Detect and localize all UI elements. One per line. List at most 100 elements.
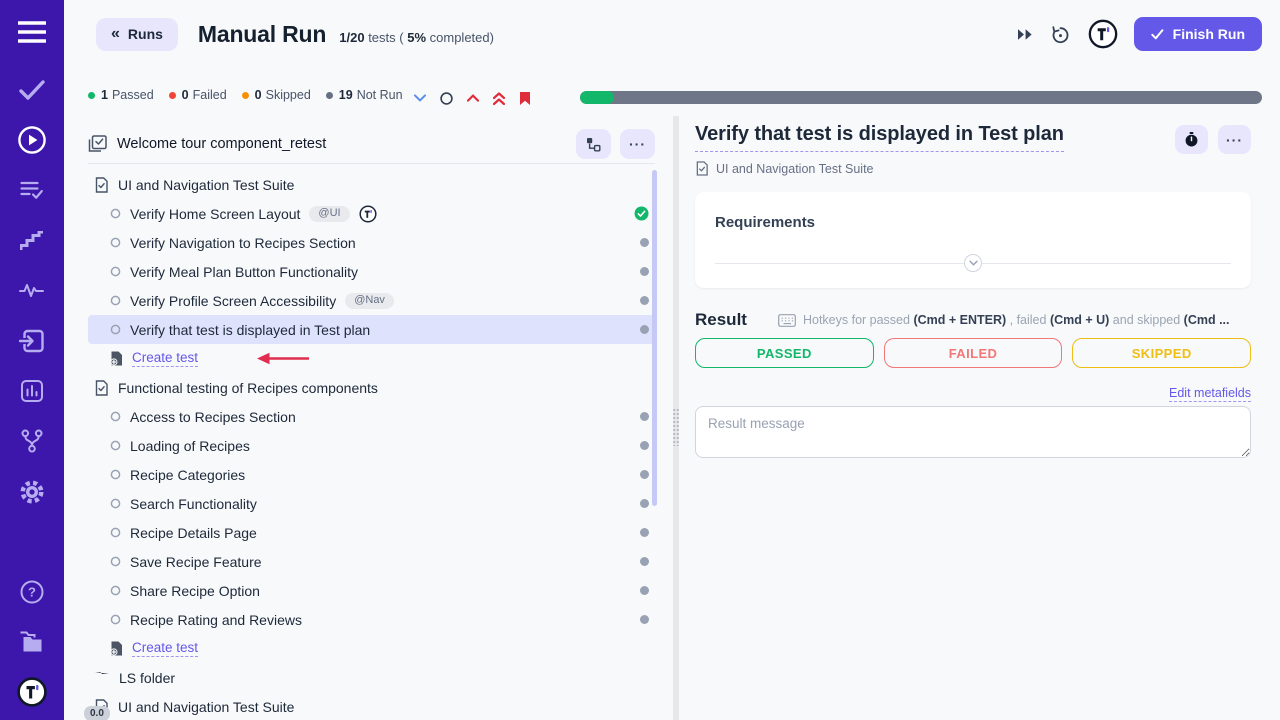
analytics-icon[interactable] bbox=[21, 380, 44, 403]
topbar-actions: Finish Run bbox=[1015, 0, 1262, 68]
testomat-logo[interactable] bbox=[17, 677, 48, 708]
tree-more-button[interactable]: ··· bbox=[620, 129, 655, 159]
page-title: Manual Run bbox=[198, 21, 326, 48]
hotkeys-text: Hotkeys for passed (Cmd + ENTER) , faile… bbox=[803, 313, 1230, 327]
status-dot-icon bbox=[169, 92, 176, 99]
tree-test[interactable]: Verify Profile Screen Accessibility@Nav bbox=[88, 286, 655, 315]
annotation-arrow-icon bbox=[255, 352, 311, 365]
create-test-row: Create test bbox=[88, 344, 655, 373]
tree-test[interactable]: Verify that test is displayed in Test pl… bbox=[88, 315, 655, 344]
suite-doc-icon bbox=[94, 177, 109, 193]
suite-doc-icon bbox=[94, 380, 109, 396]
test-more-button[interactable]: ··· bbox=[1218, 125, 1251, 154]
tree-test[interactable]: Verify Meal Plan Button Functionality bbox=[88, 257, 655, 286]
import-icon[interactable] bbox=[19, 329, 45, 353]
breadcrumb[interactable]: UI and Navigation Test Suite bbox=[695, 161, 1251, 176]
test-circle-icon bbox=[110, 469, 121, 480]
retry-timer-icon[interactable] bbox=[1049, 23, 1072, 46]
tree-view-button[interactable] bbox=[576, 129, 611, 159]
verdict-buttons: PASSED FAILED SKIPPED bbox=[695, 338, 1251, 368]
create-test-icon bbox=[110, 641, 123, 656]
tree-test[interactable]: Loading of Recipes bbox=[88, 431, 655, 460]
tree-test[interactable]: Recipe Details Page bbox=[88, 518, 655, 547]
tree-folder[interactable]: LS folder bbox=[88, 663, 655, 692]
test-timer-button[interactable] bbox=[1175, 125, 1208, 154]
requirements-collapse-toggle[interactable] bbox=[964, 254, 982, 272]
suite-doc-icon bbox=[695, 161, 709, 176]
test-circle-icon bbox=[110, 411, 121, 422]
fast-forward-icon[interactable] bbox=[1015, 26, 1035, 43]
milestones-icon[interactable] bbox=[20, 231, 44, 251]
not-run-status-icon bbox=[640, 296, 649, 305]
filter-chevrons-up-icon[interactable] bbox=[491, 90, 507, 107]
result-message-input[interactable] bbox=[695, 406, 1251, 458]
branches-icon[interactable] bbox=[21, 429, 44, 454]
test-circle-icon bbox=[110, 237, 121, 248]
back-to-runs-button[interactable]: « Runs bbox=[96, 18, 178, 51]
hotkeys-hint: Hotkeys for passed (Cmd + ENTER) , faile… bbox=[778, 313, 1251, 327]
tree-suite[interactable]: 0.0UI and Navigation Test Suite bbox=[88, 692, 655, 720]
check-icon bbox=[1151, 29, 1164, 40]
tests-icon[interactable] bbox=[19, 80, 45, 100]
sidebar: ? bbox=[0, 0, 64, 720]
projects-icon[interactable] bbox=[19, 632, 46, 653]
suite-badge: 0.0 bbox=[84, 706, 110, 720]
filter-bookmark-icon[interactable] bbox=[517, 89, 533, 108]
test-tag-badge: @Nav bbox=[345, 293, 394, 309]
tree-suite[interactable]: Functional testing of Recipes components bbox=[88, 373, 655, 402]
tree-test[interactable]: Recipe Rating and Reviews bbox=[88, 605, 655, 634]
test-plans-icon[interactable] bbox=[20, 180, 45, 200]
create-test-link[interactable]: Create test bbox=[132, 640, 198, 657]
finish-run-button[interactable]: Finish Run bbox=[1134, 17, 1262, 51]
tree-suite[interactable]: UI and Navigation Test Suite bbox=[88, 170, 655, 199]
tree-test[interactable]: Search Functionality bbox=[88, 489, 655, 518]
menu-icon[interactable] bbox=[18, 21, 46, 43]
verdict-passed-button[interactable]: PASSED bbox=[695, 338, 874, 368]
tests-count: 1/20 bbox=[339, 30, 364, 45]
not-run-status-icon bbox=[640, 267, 649, 276]
pulse-icon[interactable] bbox=[19, 282, 45, 298]
help-icon[interactable]: ? bbox=[20, 580, 45, 605]
run-progress-bar bbox=[580, 91, 1262, 104]
percent-completed: 5% bbox=[407, 30, 426, 45]
tree-scrollbar[interactable] bbox=[652, 170, 657, 506]
test-circle-icon bbox=[110, 266, 121, 277]
annotation-arrow bbox=[255, 352, 311, 365]
not-run-status-icon bbox=[640, 325, 649, 334]
completed-word: completed) bbox=[430, 30, 494, 45]
edit-metafields-link[interactable]: Edit metafields bbox=[1169, 386, 1251, 402]
tree-test[interactable]: Save Recipe Feature bbox=[88, 547, 655, 576]
test-circle-icon bbox=[110, 585, 121, 596]
status-count-passed: 1Passed bbox=[88, 88, 154, 102]
filter-chevron-down-icon[interactable] bbox=[412, 92, 428, 104]
requirements-card: Requirements bbox=[695, 192, 1251, 288]
folder-icon bbox=[94, 671, 110, 684]
runs-icon[interactable] bbox=[17, 125, 47, 155]
tree-panel-header: Welcome tour component_retest ··· bbox=[88, 128, 655, 160]
not-run-status-icon bbox=[640, 557, 649, 566]
project-title: Welcome tour component_retest bbox=[117, 136, 326, 152]
run-progress-text: 1/20 tests ( 5% completed) bbox=[339, 24, 494, 45]
not-run-status-icon bbox=[640, 586, 649, 595]
tree-test[interactable]: Share Recipe Option bbox=[88, 576, 655, 605]
test-tag-badge: @UI bbox=[309, 206, 349, 222]
filter-chevron-up-icon[interactable] bbox=[465, 92, 481, 104]
create-test-link[interactable]: Create test bbox=[132, 350, 198, 367]
tree-test[interactable]: Access to Recipes Section bbox=[88, 402, 655, 431]
not-run-status-icon bbox=[640, 499, 649, 508]
tree-test[interactable]: Verify Home Screen Layout@UI bbox=[88, 199, 655, 228]
settings-icon[interactable] bbox=[19, 479, 46, 506]
filter-circle-icon[interactable] bbox=[438, 90, 455, 107]
testomat-badge-icon[interactable] bbox=[1086, 17, 1120, 51]
verdict-skipped-button[interactable]: SKIPPED bbox=[1072, 338, 1251, 368]
test-title[interactable]: Verify that test is displayed in Test pl… bbox=[695, 123, 1064, 152]
verdict-failed-button[interactable]: FAILED bbox=[884, 338, 1063, 368]
app: ? « Runs Manual Run 1/20 tests ( 5% comp… bbox=[0, 0, 1280, 720]
tree-test[interactable]: Recipe Categories bbox=[88, 460, 655, 489]
checklist-icon bbox=[88, 135, 107, 153]
status-dot-icon bbox=[242, 92, 249, 99]
tree-test[interactable]: Verify Navigation to Recipes Section bbox=[88, 228, 655, 257]
test-circle-icon bbox=[110, 324, 121, 335]
run-progress-fill bbox=[580, 91, 614, 104]
test-circle-icon bbox=[110, 295, 121, 306]
